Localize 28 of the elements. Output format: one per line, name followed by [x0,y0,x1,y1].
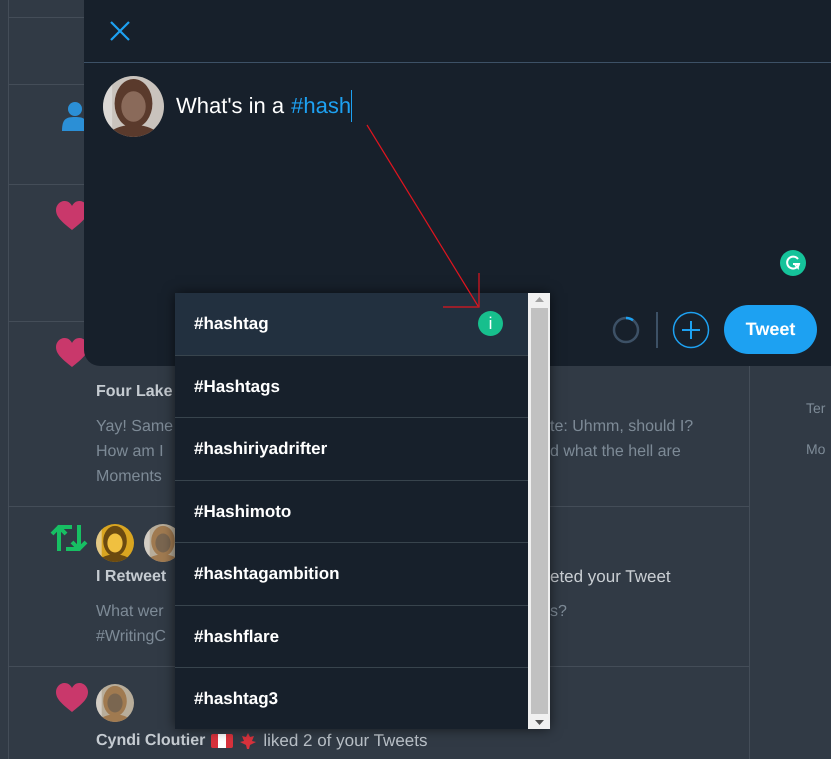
retweet-icon [50,523,88,553]
tweet-text: s? [550,602,568,622]
close-icon [110,21,130,41]
tweet-text: Moments [96,467,163,487]
flag-icon [211,734,234,748]
progress-ring-icon [612,316,640,344]
plus-icon [672,310,710,348]
tweet-title: I Retweet [96,567,168,587]
add-button[interactable] [672,310,710,348]
tweet-text: #WritingC [96,627,167,647]
leaf-icon [239,733,258,749]
tweet-text: d what the hell are [550,442,682,462]
activity-text: liked 2 of your Tweets [263,730,428,752]
suggestion-item[interactable]: #hashtag i [175,293,528,356]
tweet-text: How am I [96,442,165,462]
heart-icon [56,683,88,713]
info-badge: i [478,311,503,336]
scroll-down-icon[interactable] [534,720,544,725]
tweet-text: te: Uhmm, should I? [550,417,694,437]
tweet-input[interactable]: What's in a #hash [176,90,352,122]
tweet-title: eted your Tweet [550,566,672,588]
close-button[interactable] [110,21,130,41]
tweet-text: Yay! Same [96,417,174,437]
tweet-text: What wer [96,602,165,622]
tweet-title: Four Lake [96,382,174,402]
refresh-badge-icon [780,250,806,276]
user-name: Cyndi Cloutier [96,731,206,751]
scroll-thumb[interactable] [530,308,548,714]
